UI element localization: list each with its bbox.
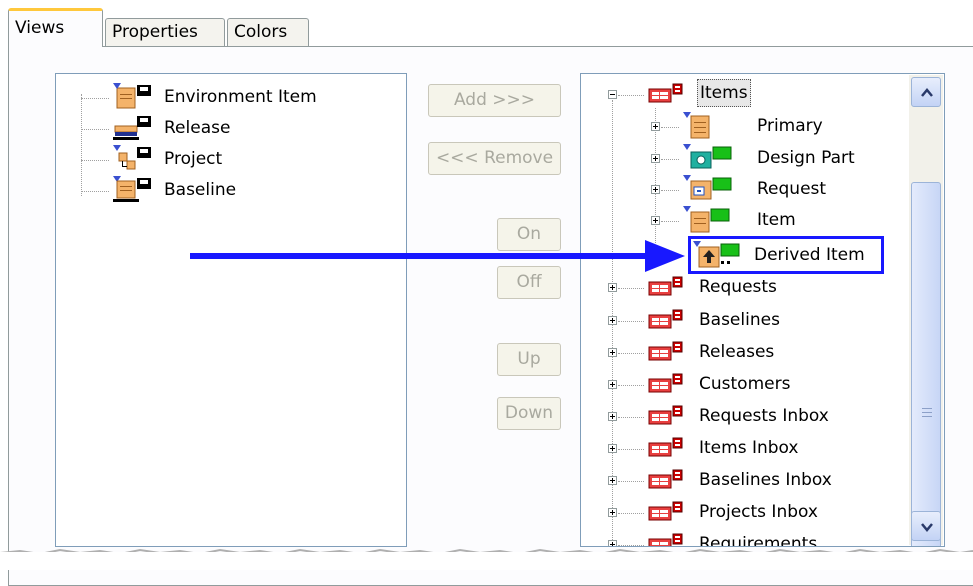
tree-node-label: Baselines Inbox <box>699 470 832 490</box>
expand-icon[interactable] <box>608 476 617 485</box>
expand-icon[interactable] <box>608 283 617 292</box>
tree-node-label: Design Part <box>757 148 855 168</box>
folder-view-icon <box>647 309 691 331</box>
list-item-label: Project <box>164 149 223 169</box>
tab-properties-label: Properties <box>112 22 198 42</box>
release-icon <box>111 114 153 142</box>
expand-icon[interactable] <box>608 412 617 421</box>
scroll-up-button[interactable] <box>911 77 941 107</box>
up-button[interactable]: Up <box>497 343 561 376</box>
list-item-label: Baseline <box>164 180 237 200</box>
folder-view-icon <box>647 405 691 427</box>
scroll-thumb[interactable] <box>911 182 941 546</box>
expand-icon[interactable] <box>608 508 617 517</box>
tab-colors-label: Colors <box>234 22 288 42</box>
vertical-scrollbar[interactable] <box>909 75 943 546</box>
tree-node-label: Item <box>757 210 796 230</box>
tab-properties[interactable]: Properties <box>105 18 225 46</box>
primary-item-icon <box>681 112 721 140</box>
tab-views-label: Views <box>15 18 65 38</box>
project-icon <box>111 145 153 173</box>
expand-icon[interactable] <box>608 380 617 389</box>
derived-item-highlight <box>688 236 884 274</box>
tree-node-label: Releases <box>699 342 775 362</box>
grip-icon <box>922 408 932 417</box>
expand-icon[interactable] <box>651 122 660 131</box>
tab-colors[interactable]: Colors <box>227 18 309 46</box>
chevron-down-icon <box>921 523 933 532</box>
chevron-up-icon <box>921 88 933 97</box>
design-part-icon <box>681 144 737 172</box>
collapse-icon[interactable] <box>608 90 617 99</box>
item-icon <box>681 206 737 234</box>
folder-view-icon <box>647 469 691 491</box>
expand-icon[interactable] <box>608 348 617 357</box>
folder-view-icon <box>647 533 691 546</box>
scroll-down-button[interactable] <box>911 511 941 541</box>
available-views-list[interactable]: Environment Item Release Project Baselin… <box>55 73 407 547</box>
folder-view-icon <box>647 83 691 105</box>
tree-node-label: Projects Inbox <box>699 502 818 522</box>
tree-node-label: Items Inbox <box>699 438 799 458</box>
folder-view-icon <box>647 437 691 459</box>
add-button[interactable]: Add >>> <box>428 84 561 117</box>
expand-icon[interactable] <box>608 316 617 325</box>
list-item-label: Environment Item <box>164 87 317 107</box>
torn-edge-fill <box>0 552 973 570</box>
expand-icon[interactable] <box>608 444 617 453</box>
tree-node-label: Customers <box>699 374 791 394</box>
expand-icon[interactable] <box>651 185 660 194</box>
list-item-label: Release <box>164 118 231 138</box>
tree-node-label: Primary <box>757 116 823 136</box>
tree-node-label: Requirements <box>699 534 818 547</box>
folder-view-icon <box>647 341 691 363</box>
tree-node-label: Requests <box>699 277 777 297</box>
tab-views[interactable]: Views <box>8 8 103 47</box>
expand-icon[interactable] <box>608 540 617 546</box>
expand-icon[interactable] <box>651 216 660 225</box>
down-button[interactable]: Down <box>497 397 561 430</box>
remove-button[interactable]: <<< Remove <box>428 142 561 175</box>
folder-view-icon <box>647 373 691 395</box>
folder-view-icon <box>647 276 691 298</box>
annotation-arrow-icon <box>190 240 685 272</box>
baseline-icon <box>111 176 153 204</box>
tree-node-label: Items <box>697 79 751 107</box>
environment-item-icon <box>111 83 153 111</box>
tree-node-label: Requests Inbox <box>699 406 829 426</box>
selected-views-tree[interactable]: Items Primary Design Part Request Item D… <box>580 73 945 547</box>
expand-icon[interactable] <box>651 154 660 163</box>
folder-view-icon <box>647 501 691 523</box>
tree-node-label: Request <box>757 179 827 199</box>
request-icon <box>681 175 737 203</box>
tree-node-label: Baselines <box>699 310 780 330</box>
